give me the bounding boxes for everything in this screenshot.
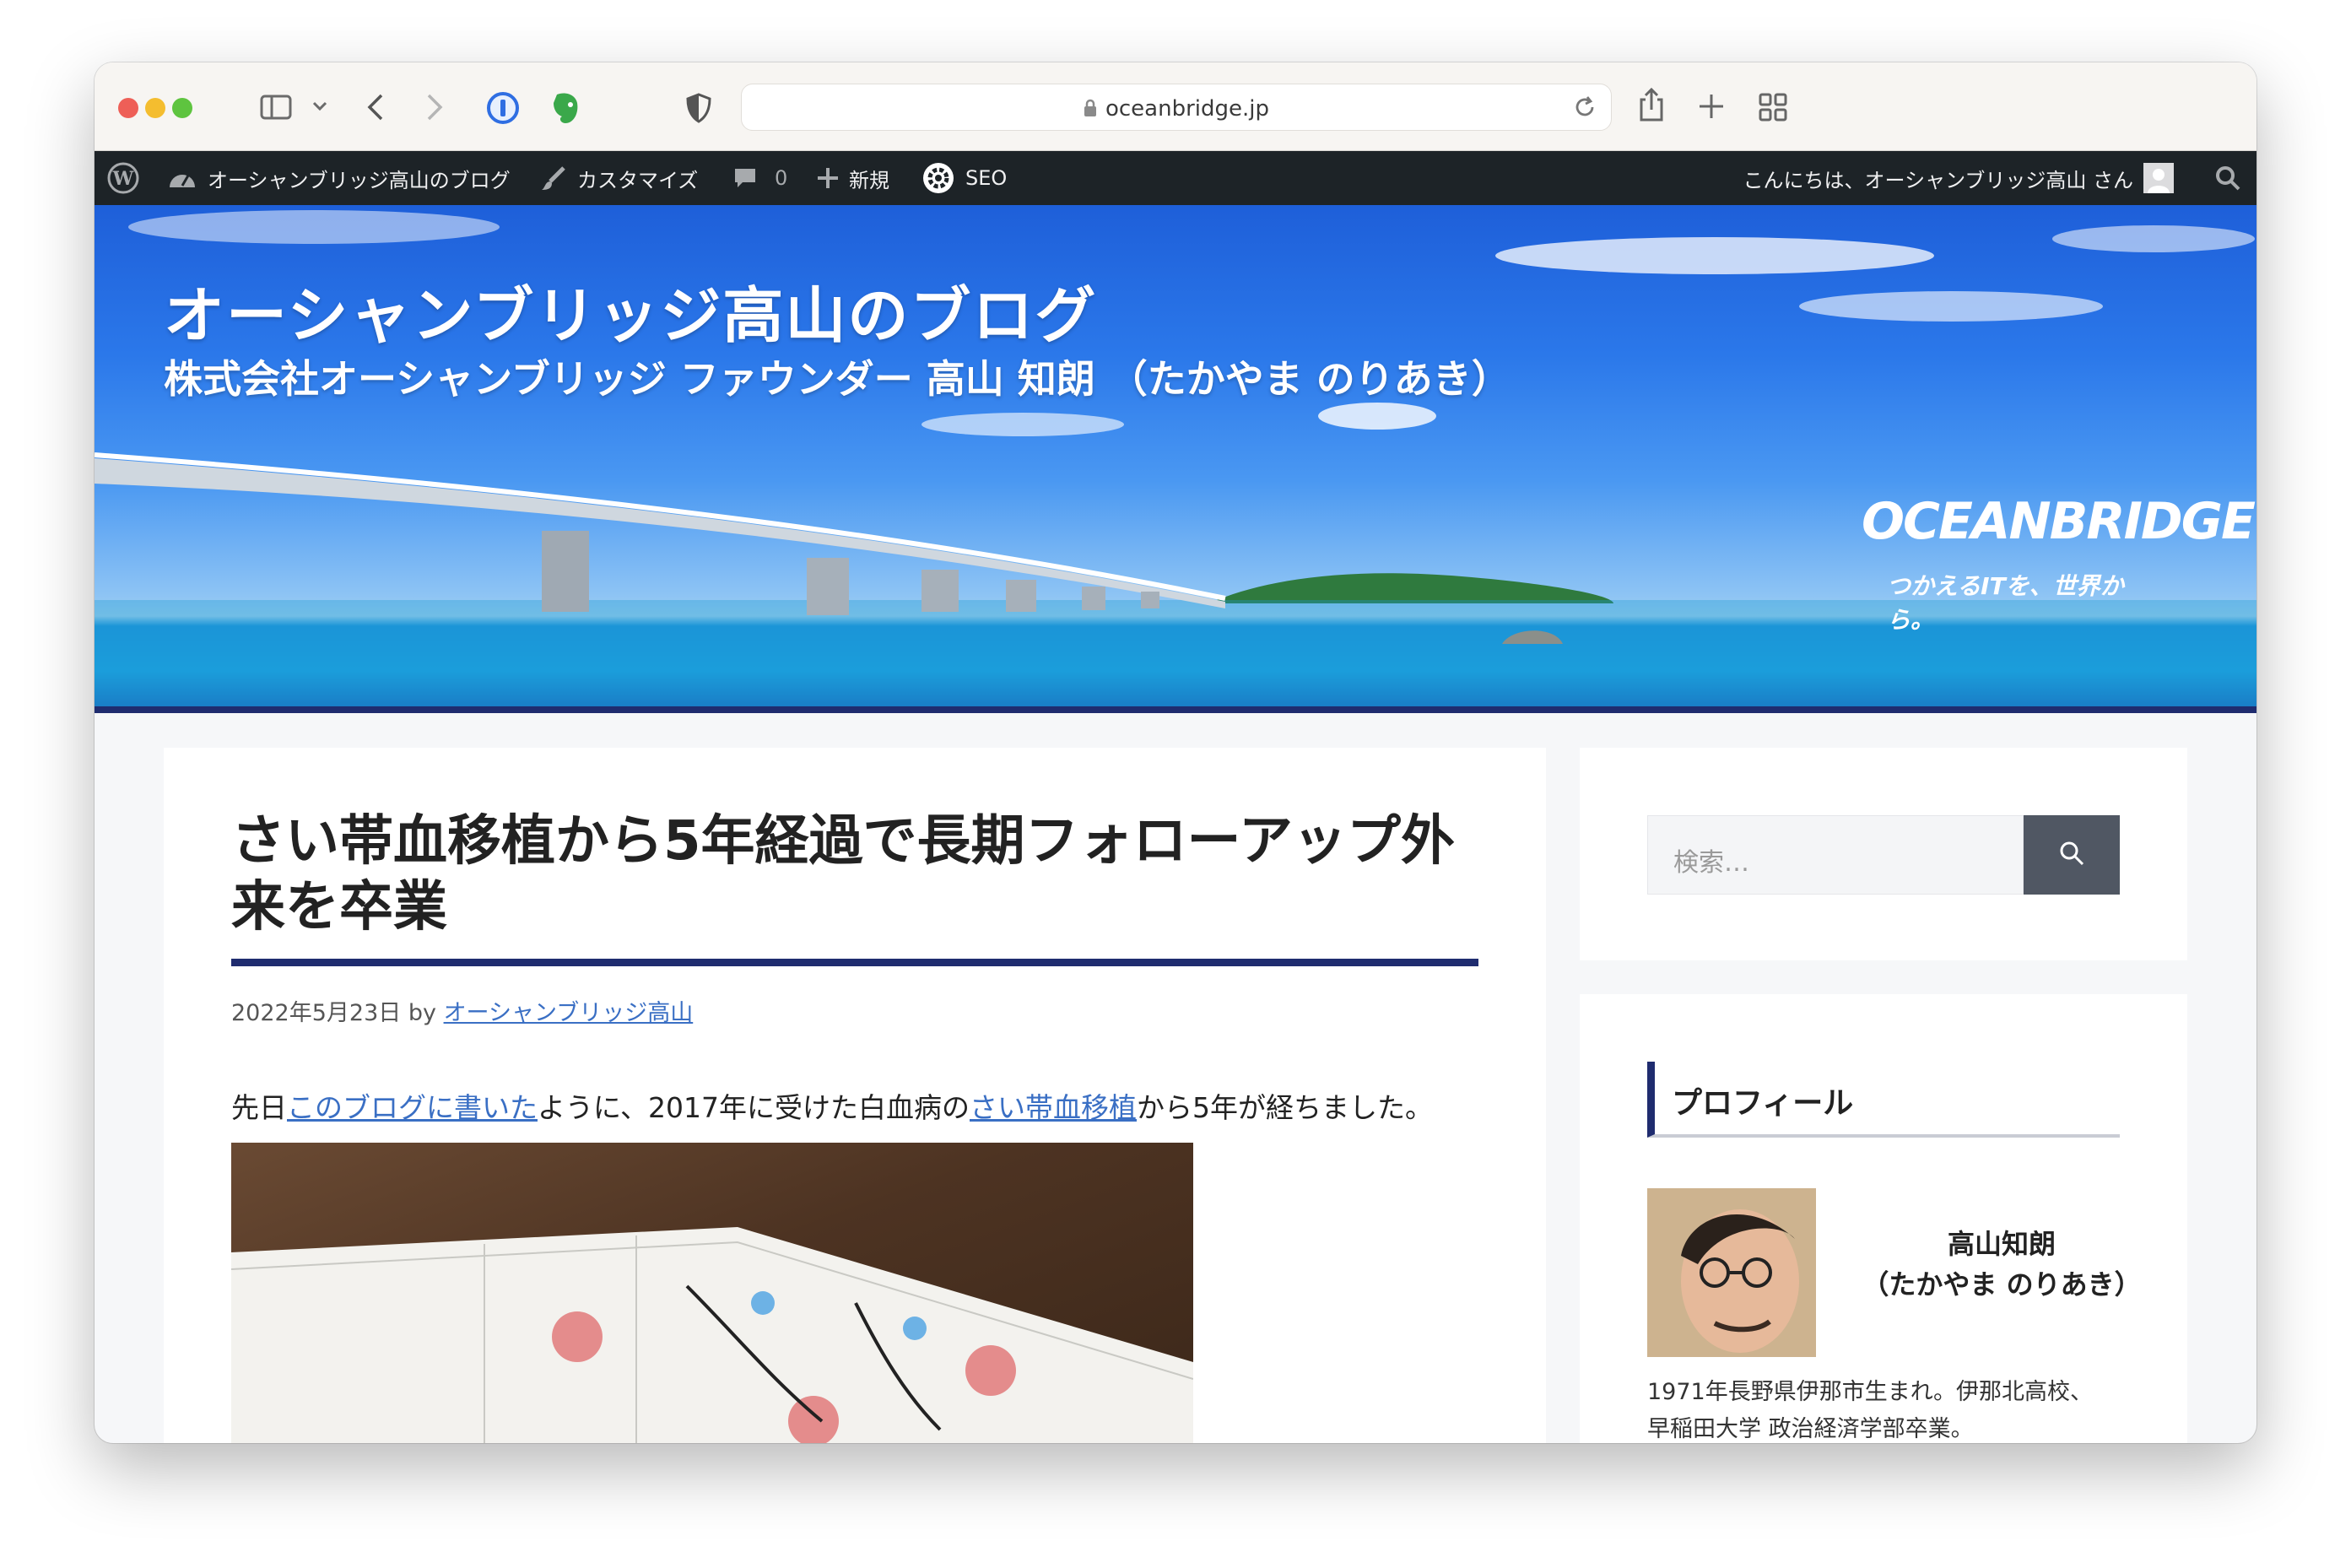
admin-bar-seo-label: SEO [965, 166, 1008, 190]
browser-toolbar: oceanbridge.jp [95, 62, 2256, 151]
privacy-shield-icon[interactable] [685, 93, 712, 123]
zoom-window-button[interactable] [172, 98, 192, 118]
profile-photo [1647, 1188, 1816, 1357]
plus-icon [817, 167, 839, 189]
user-avatar-icon [2143, 163, 2174, 193]
address-bar[interactable]: oceanbridge.jp [741, 84, 1612, 131]
search-icon [2057, 839, 2086, 871]
cord-blood-link[interactable]: さい帯血移植 [970, 1091, 1137, 1124]
browser-window: oceanbridge.jp W オーシャンブリッジ高山のブログ カスタマイズ … [95, 62, 2256, 1443]
lede-text-2: ように、2017年に受けた白血病の [538, 1091, 970, 1124]
lock-icon [1084, 98, 1097, 123]
admin-bar-comments[interactable]: 0 [732, 151, 787, 205]
search-widget: 検索… [1580, 748, 2187, 960]
logo-wordmark: OCEANBRIDGE [1862, 492, 2256, 551]
post-meta: 2022年5月23日 by オーシャンブリッジ高山 [231, 994, 693, 1027]
sidebar-toggle-icon[interactable] [260, 95, 292, 120]
profile-widget: プロフィール 高山知朗 （たかやま のりあき） 1971年長野県伊那市生まれ。伊… [1580, 994, 2187, 1443]
profile-bio-line-1: 1971年長野県伊那市生まれ。伊那北高校、 [1647, 1379, 2093, 1405]
tab-overview-icon[interactable] [1759, 93, 1787, 122]
admin-bar-account[interactable]: こんにちは、オーシャンブリッジ高山 さん [1743, 151, 2174, 205]
wp-admin-bar: W オーシャンブリッジ高山のブログ カスタマイズ 0 新規 SEO こんにちは、… [95, 151, 2256, 205]
oceanbridge-logo: OCEANBRIDGE つかえるITを、世界から。 [1862, 475, 2256, 634]
admin-bar-customize-label: カスタマイズ [577, 168, 699, 192]
post-date: 2022年5月23日 [231, 1000, 402, 1026]
password-manager-icon[interactable] [486, 91, 520, 125]
title-underline [231, 959, 1478, 966]
minimize-window-button[interactable] [145, 98, 165, 118]
search-button[interactable] [2024, 815, 2120, 895]
site-tagline: 株式会社オーシャンブリッジ ファウンダー 高山 知朗 （たかやま のりあき） [164, 356, 1511, 402]
chevron-down-icon[interactable] [312, 101, 327, 111]
admin-bar-greeting: こんにちは、オーシャンブリッジ高山 さん [1743, 168, 2133, 192]
reload-icon[interactable] [1572, 95, 1597, 120]
admin-bar-site-link[interactable]: オーシャンブリッジ高山のブログ [167, 151, 511, 205]
url-text: oceanbridge.jp [1105, 96, 1270, 122]
admin-bar-new[interactable]: 新規 [817, 151, 889, 205]
admin-bar-comment-count: 0 [775, 166, 788, 190]
profile-widget-heading: プロフィール [1672, 1086, 1854, 1121]
admin-bar-new-label: 新規 [849, 168, 889, 192]
profile-reading: （たかやま のりあき） [1862, 1268, 2142, 1300]
search-input[interactable]: 検索… [1647, 815, 2024, 895]
new-tab-plus-icon[interactable] [1698, 93, 1725, 120]
profile-name-block: 高山知朗 （たかやま のりあき） [1816, 1224, 2187, 1305]
post-lede: 先日このブログに書いたように、2017年に受けた白血病のさい帯血移植から5年が経… [231, 1085, 1433, 1126]
back-arrow-icon[interactable] [366, 93, 385, 122]
post-featured-image [231, 1143, 1193, 1443]
lede-text-3: から5年が経ちました。 [1137, 1091, 1433, 1124]
admin-bar-customize[interactable]: カスタマイズ [540, 151, 698, 205]
evernote-icon[interactable] [549, 89, 582, 127]
post-by: by [408, 1000, 436, 1026]
close-window-button[interactable] [118, 98, 138, 118]
comment-bubble-icon [732, 165, 758, 191]
forward-arrow-icon[interactable] [425, 93, 444, 122]
post-title: さい帯血移植から5年経過で長期フォローアップ外来を卒業 [231, 810, 1455, 938]
site-title[interactable]: オーシャンブリッジ高山のブログ [164, 266, 1097, 354]
admin-bar-seo[interactable]: SEO [921, 151, 1007, 205]
logo-tagline: つかえるITを、世界から。 [1887, 572, 2124, 634]
blog-post-link[interactable]: このブログに書いた [287, 1091, 538, 1124]
post-article: さい帯血移植から5年経過で長期フォローアップ外来を卒業 2022年5月23日 b… [164, 748, 1546, 1443]
paintbrush-icon [540, 165, 567, 192]
seo-gear-icon [921, 161, 955, 195]
post-author-link[interactable]: オーシャンブリッジ高山 [444, 1000, 694, 1026]
admin-bar-search-icon[interactable] [2214, 151, 2241, 205]
lede-text-1: 先日 [231, 1091, 287, 1124]
svg-text:W: W [112, 168, 134, 190]
site-header-banner: オーシャンブリッジ高山のブログ 株式会社オーシャンブリッジ ファウンダー 高山 … [95, 205, 2256, 713]
profile-bio-line-2: 早稲田大学 政治経済学部卒業。 [1647, 1416, 1974, 1442]
admin-bar-site-name: オーシャンブリッジ高山のブログ [208, 168, 511, 192]
profile-bio: 1971年長野県伊那市生まれ。伊那北高校、 早稲田大学 政治経済学部卒業。 [1647, 1374, 2128, 1443]
share-icon[interactable] [1637, 86, 1666, 123]
wordpress-logo-icon[interactable]: W [106, 151, 140, 205]
profile-name: 高山知朗 [1947, 1228, 2056, 1260]
profile-widget-title: プロフィール [1647, 1062, 2120, 1138]
dashboard-gauge-icon [167, 165, 197, 191]
address-bar-text: oceanbridge.jp [742, 96, 1611, 123]
